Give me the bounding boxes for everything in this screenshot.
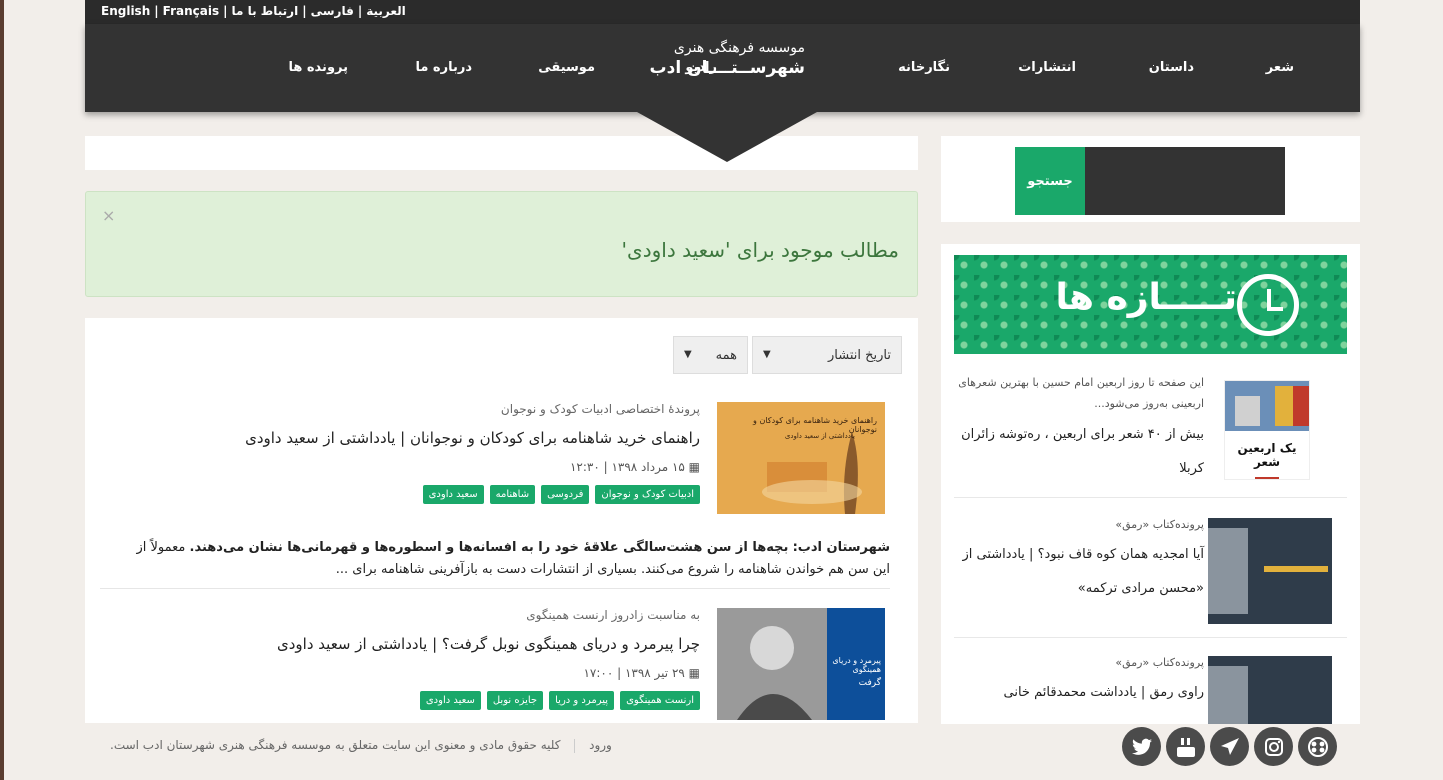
logo-line-2: شهرســتــــان ادب xyxy=(649,58,805,78)
language-links: English | Français | العربية|فارسی|ارتباط با… xyxy=(101,4,406,18)
lang-arabic[interactable]: العربية xyxy=(366,4,406,18)
excerpt-bold: بچه‌ها از سن هشت‌سالگی علاقهٔ خود را به … xyxy=(189,540,789,555)
category-select-value: همه xyxy=(715,348,737,363)
search-input[interactable] xyxy=(1085,147,1285,215)
results-list: تاریخ انتشار ▼ همه ▼ راهنمای خرید شاهنام… xyxy=(85,318,918,723)
tag-link[interactable]: پیرمرد و دریا xyxy=(549,691,615,710)
red-mark xyxy=(1255,477,1279,479)
recent-title[interactable]: بیش از ۴۰ شعر برای اربعین ، رەتوشه زائرا… xyxy=(954,418,1204,486)
book-cover xyxy=(1208,518,1332,624)
article-date: ▦ ۲۹ تیر ۱۳۹۸ | ۱۷:۰۰ xyxy=(583,666,700,680)
chevron-down-icon: ▼ xyxy=(684,349,692,360)
lang-english[interactable]: English xyxy=(101,4,150,18)
divider xyxy=(954,637,1347,638)
flags-photo xyxy=(1225,381,1309,431)
search-button[interactable]: جستجو xyxy=(1015,147,1085,215)
recent-thumb-title: یک اربعین شعر xyxy=(1237,441,1297,469)
recent-title[interactable]: آیا امجدیه همان کوه قاف نبود؟ | یادداشتی… xyxy=(954,538,1204,606)
sort-select[interactable]: تاریخ انتشار ▼ xyxy=(752,336,902,374)
twitter-icon[interactable] xyxy=(1122,727,1161,766)
footer: ورود کلیه حقوق مادی و معنوی این سایت متع… xyxy=(110,738,612,753)
recent-title[interactable]: راوی رمق | یادداشت محمدقائم خانی xyxy=(954,676,1204,710)
recent-thumbnail[interactable]: یک اربعین شعر xyxy=(1224,380,1310,480)
article-title[interactable]: چرا پیرمرد و دریای همینگوی نوبل گرفت؟ | … xyxy=(277,635,700,653)
nav-music[interactable]: موسیقی xyxy=(538,60,595,75)
article-category[interactable]: به مناسبت زادروز ارنست همینگوی xyxy=(526,608,700,622)
site-logo[interactable]: موسسه فرهنگی هنری شهرســتــــان ادب xyxy=(645,40,805,78)
recent-category[interactable]: پرونده‌کتاب «رمق» xyxy=(954,514,1204,535)
recent-summary: این صفحه تا روز اربعین امام حسین با بهتر… xyxy=(958,376,1204,410)
instagram-icon[interactable] xyxy=(1254,727,1293,766)
thumbnail-subcaption: گرفت xyxy=(858,678,881,688)
tag-link[interactable]: فردوسی xyxy=(541,485,590,504)
aparat-icon[interactable] xyxy=(1298,727,1337,766)
tag-link[interactable]: سعید داودی xyxy=(422,485,484,504)
contact-link[interactable]: ارتباط با ما xyxy=(232,4,299,18)
tag-link[interactable]: ادبیات کودک و نوجوان xyxy=(595,485,700,504)
alert-message: مطالب موجود برای 'سعید داودی' xyxy=(621,238,899,262)
tag-link[interactable]: جایزه نوبل xyxy=(486,691,544,710)
recent-thumbnail[interactable] xyxy=(1208,656,1332,724)
lang-persian[interactable]: فارسی xyxy=(311,4,354,18)
thumbnail-subcaption: یادداشتی از سعید داودی xyxy=(784,432,855,440)
recent-category[interactable]: پرونده‌کتاب «رمق» xyxy=(954,652,1204,673)
nav-dossiers[interactable]: پرونده ها xyxy=(288,60,348,75)
window-edge xyxy=(0,0,4,780)
chevron-down-icon: ▼ xyxy=(763,349,771,360)
login-link[interactable]: ورود xyxy=(589,738,612,752)
divider xyxy=(954,497,1347,498)
article-date-text: ۲۹ تیر ۱۳۹۸ | ۱۷:۰۰ xyxy=(583,666,685,680)
thumbnail-caption: پیرمرد و دریای همینگوی xyxy=(832,656,881,674)
telegram-icon[interactable] xyxy=(1210,727,1249,766)
tag-link[interactable]: ارنست همینگوی xyxy=(620,691,700,710)
recent-thumbnail[interactable] xyxy=(1208,518,1332,624)
footer-divider xyxy=(574,738,576,753)
nav-story[interactable]: داستان xyxy=(1149,60,1194,75)
tag-link[interactable]: سعید داودی xyxy=(419,691,481,710)
article-date: ▦ ۱۵ مرداد ۱۳۹۸ | ۱۲:۳۰ xyxy=(570,460,700,474)
results-alert: × مطالب موجود برای 'سعید داودی' xyxy=(85,191,918,297)
recent-banner-title: تـــــازه ها xyxy=(1055,277,1237,318)
close-icon[interactable]: × xyxy=(102,206,115,225)
calendar-icon: ▦ xyxy=(688,460,700,474)
nav-about[interactable]: درباره ما xyxy=(415,60,472,75)
nav-poetry[interactable]: شعر xyxy=(1266,60,1294,75)
search-box: جستجو xyxy=(941,136,1360,222)
clock-icon xyxy=(1237,274,1299,336)
nav-gallery[interactable]: نگارخانه xyxy=(898,60,950,75)
book-cover xyxy=(1208,656,1332,724)
divider xyxy=(100,588,890,589)
tag-link[interactable]: شاهنامه xyxy=(489,485,536,504)
excerpt-lead: شهرستان ادب: xyxy=(792,540,890,555)
article-title[interactable]: راهنمای خرید شاهنامه برای کودکان و نوجوا… xyxy=(245,429,700,447)
article-category[interactable]: پروندۀ اختصاصی ادبیات کودک و نوجوان xyxy=(501,402,700,416)
lang-french[interactable]: Français xyxy=(163,4,219,18)
nav-publications[interactable]: انتشارات xyxy=(1018,60,1076,75)
logo-line-1: موسسه فرهنگی هنری xyxy=(673,40,805,56)
article-thumbnail[interactable]: راهنمای خرید شاهنامه برای کودکان و نوجوا… xyxy=(717,402,885,514)
article-thumbnail[interactable]: پیرمرد و دریای همینگوی گرفت xyxy=(717,608,885,720)
article-tags: ارنست همینگوی پیرمرد و دریا جایزه نوبل س… xyxy=(419,691,700,710)
main-nav: شعر داستان انتشارات نگارخانه رادیو موسیق… xyxy=(85,24,1360,112)
social-links xyxy=(1122,727,1337,766)
top-strip: English | Français | العربية|فارسی|ارتباط با… xyxy=(85,0,1360,24)
article-date-text: ۱۵ مرداد ۱۳۹۸ | ۱۲:۳۰ xyxy=(569,460,685,474)
article-tags: ادبیات کودک و نوجوان فردوسی شاهنامه سعید… xyxy=(422,485,700,504)
copyright-text: کلیه حقوق مادی و معنوی این سایت متعلق به… xyxy=(110,738,561,752)
recent-banner: تـــــازه ها xyxy=(954,255,1347,354)
nav-pointer xyxy=(637,112,817,162)
recent-posts: تـــــازه ها یک اربعین شعر این صفحه تا ر… xyxy=(941,244,1360,724)
sort-select-value: تاریخ انتشار xyxy=(828,348,891,363)
youtube-icon[interactable] xyxy=(1166,727,1205,766)
article-excerpt: شهرستان ادب: بچه‌ها از سن هشت‌سالگی علاق… xyxy=(130,537,890,581)
calendar-icon: ▦ xyxy=(688,666,700,680)
category-select[interactable]: همه ▼ xyxy=(673,336,748,374)
